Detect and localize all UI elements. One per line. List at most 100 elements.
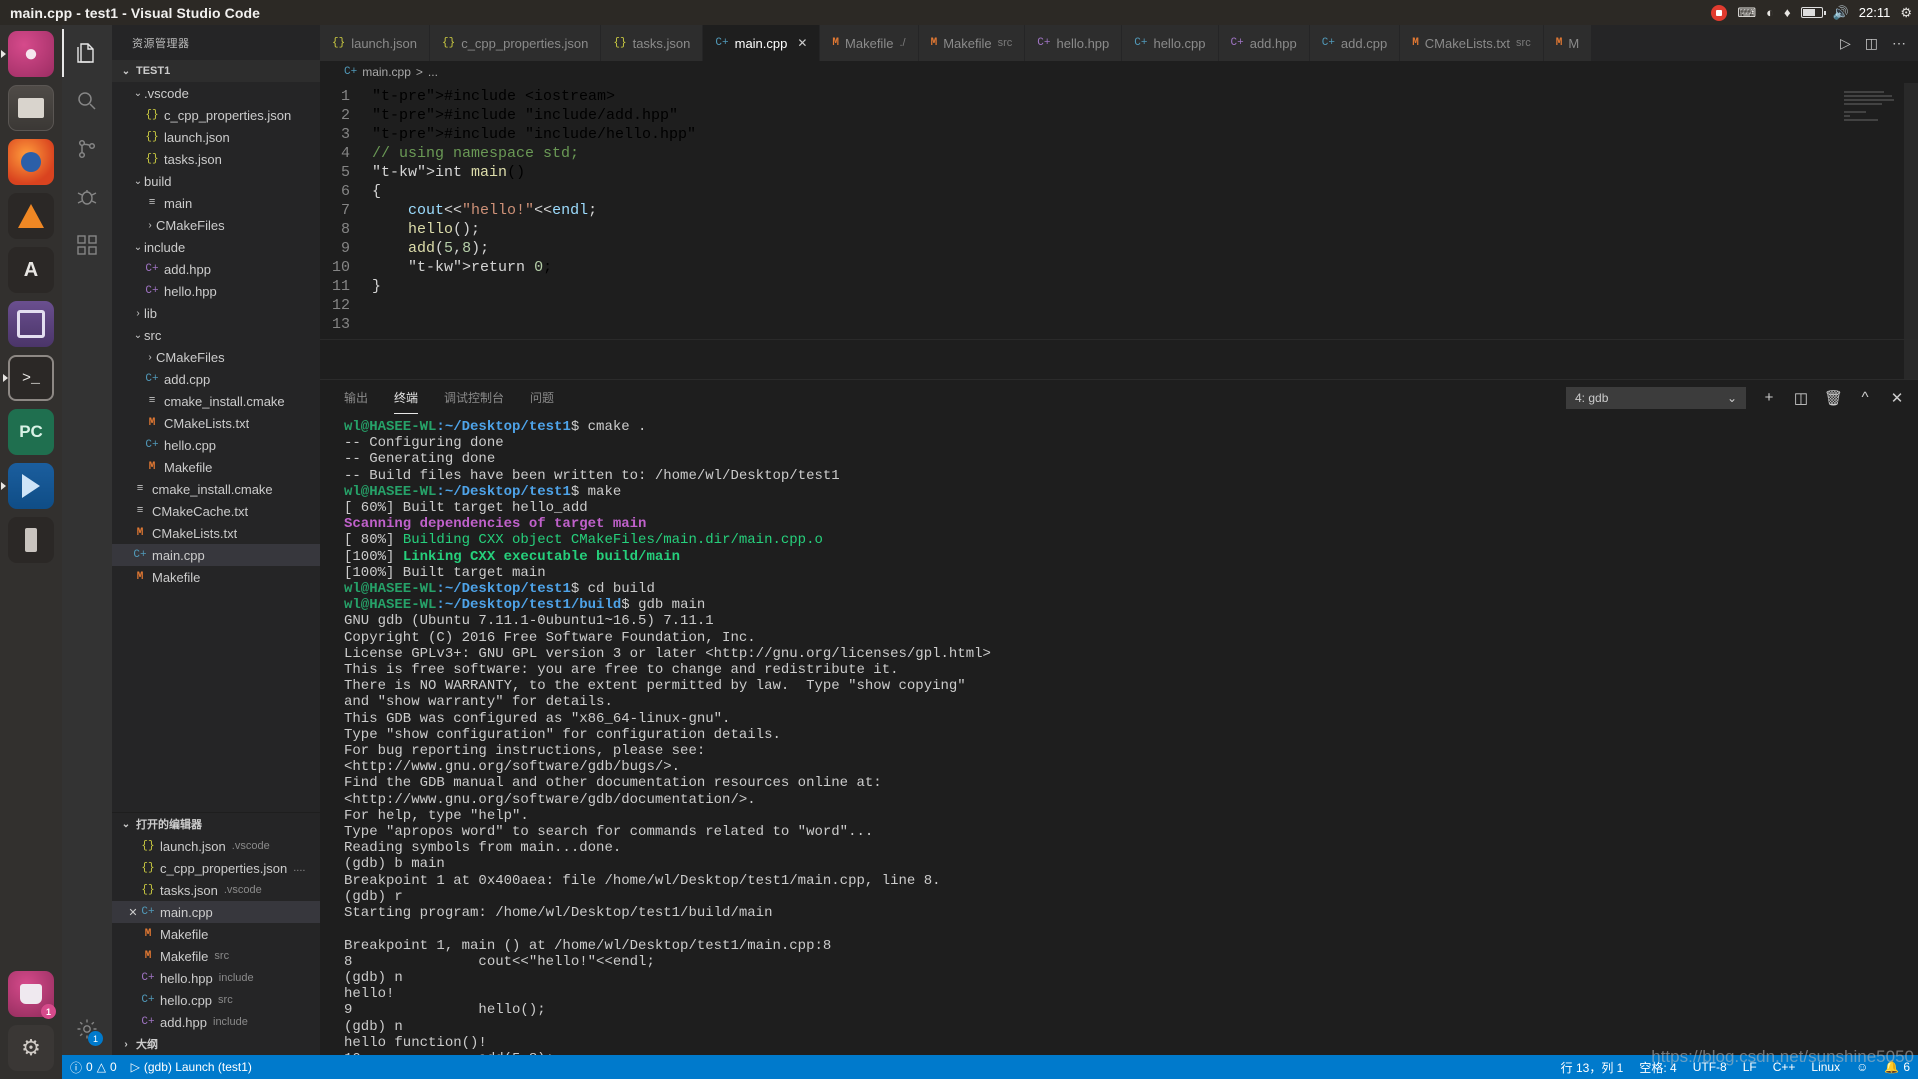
launcher-item-vscode[interactable] (8, 463, 54, 509)
launcher-item-amazon[interactable]: A (8, 247, 54, 293)
terminal-output[interactable]: wl@HASEE-WL:~/Desktop/test1$ cmake . -- C… (320, 415, 1918, 1055)
activity-extensions[interactable] (62, 221, 112, 269)
tree-folder-row[interactable]: › lib (112, 302, 320, 324)
tree-file-row[interactable]: M Makefile (112, 456, 320, 478)
code-line[interactable]: "t-pre">#include <iostream> (372, 87, 1918, 106)
launcher-item-software-center[interactable] (8, 301, 54, 347)
tree-file-row[interactable]: {} c_cpp_properties.json (112, 104, 320, 126)
status-eol[interactable]: LF (1743, 1060, 1757, 1074)
code-line[interactable]: "t-pre">#include "include/hello.hpp" (372, 125, 1918, 144)
close-icon[interactable]: ✕ (126, 906, 140, 919)
tree-file-row[interactable]: M CMakeLists.txt (112, 522, 320, 544)
run-icon[interactable]: ▷ (1840, 35, 1851, 52)
editor-tab[interactable]: C+ add.hpp (1218, 25, 1310, 61)
tree-file-row[interactable]: C+ main.cpp (112, 544, 320, 566)
breadcrumb[interactable]: C+ main.cpp > ... (320, 61, 1918, 83)
tree-file-row[interactable]: ≡ cmake_install.cmake (112, 478, 320, 500)
status-line-col[interactable]: 行 13，列 1 (1561, 1059, 1624, 1076)
tree-file-row[interactable]: C+ add.cpp (112, 368, 320, 390)
tree-file-row[interactable]: M Makefile (112, 566, 320, 588)
editor-tab[interactable]: C+ hello.cpp (1122, 25, 1219, 61)
bluetooth-icon[interactable]: ♦ (1784, 6, 1791, 19)
open-editor-row[interactable]: C+ hello.hpp include (112, 967, 320, 989)
activity-debug[interactable] (62, 173, 112, 221)
open-editor-row[interactable]: {} c_cpp_properties.json.... (112, 857, 320, 879)
open-editor-row[interactable]: M Makefile src (112, 945, 320, 967)
launcher-item-firefox[interactable] (8, 139, 54, 185)
launcher-item-usb-drive[interactable] (8, 517, 54, 563)
breadcrumb-symbol[interactable]: ... (428, 65, 438, 79)
volume-icon[interactable]: 🔊 (1833, 6, 1849, 19)
open-editor-row[interactable]: {} tasks.json .vscode (112, 879, 320, 901)
split-terminal-icon[interactable]: ◫ (1792, 389, 1810, 407)
open-editor-row[interactable]: C+ add.hpp include (112, 1011, 320, 1033)
tree-folder-row[interactable]: › CMakeFiles (112, 214, 320, 236)
maximize-panel-icon[interactable]: ^ (1856, 389, 1874, 406)
launcher-item-trash[interactable]: 1 (8, 971, 56, 1019)
panel-actions[interactable]: 4: gdb ⌄ + ◫ 🗑 ^ ✕ (1566, 386, 1906, 409)
tree-file-row[interactable]: {} tasks.json (112, 148, 320, 170)
code-line[interactable]: "t-kw">int main() (372, 163, 1918, 182)
battery-icon[interactable] (1800, 7, 1826, 18)
workspace-root-header[interactable]: ⌄ TEST1 (112, 60, 320, 82)
panel-tab[interactable]: 终端 (394, 381, 419, 414)
code-content[interactable]: "t-pre">#include <iostream> "t-pre">#incl… (372, 87, 1918, 334)
panel-tab[interactable]: 输出 (344, 381, 368, 414)
activity-explorer[interactable] (62, 29, 112, 77)
status-language-mode[interactable]: C++ (1773, 1060, 1796, 1074)
code-line[interactable]: "t-pre">#include "include/add.hpp" (372, 106, 1918, 125)
code-line[interactable]: } (372, 277, 1918, 296)
panel-tab[interactable]: 问题 (530, 381, 554, 414)
breadcrumb-file[interactable]: main.cpp (362, 65, 411, 79)
tree-file-row[interactable]: C+ hello.hpp (112, 280, 320, 302)
tree-file-row[interactable]: ≡ cmake_install.cmake (112, 390, 320, 412)
wifi-icon[interactable]: ◐ (1766, 6, 1774, 19)
editor-tab[interactable]: MM (1543, 25, 1593, 61)
account-icon[interactable]: ☺ (1856, 1060, 1868, 1074)
tree-file-row[interactable]: M CMakeLists.txt (112, 412, 320, 434)
kill-terminal-icon[interactable]: 🗑 (1824, 389, 1843, 407)
editor-vertical-scrollbar[interactable] (1904, 83, 1918, 379)
file-tree[interactable]: ⌄ TEST1 ⌄ .vscode{} c_cpp_properties.json{… (112, 60, 320, 812)
open-editor-row[interactable]: C+ hello.cpp src (112, 989, 320, 1011)
keyboard-icon[interactable]: ⌨ (1737, 6, 1756, 19)
code-editor[interactable]: 1 2 3 4 5 6 7 8 9 10 11 12 13 "t-pre">#include <iost… (320, 83, 1918, 379)
editor-tab[interactable]: {} c_cpp_properties.json (429, 25, 602, 61)
editor-tab[interactable]: C+ add.cpp (1309, 25, 1401, 61)
open-editor-row[interactable]: {} launch.json .vscode (112, 835, 320, 857)
power-icon[interactable]: ⚙ (1900, 6, 1912, 19)
status-problems[interactable]: ⓘ 0 △ 0 (70, 1059, 117, 1076)
os-system-tray[interactable]: ⌨ ◐ ♦ 🔊 22:11 ⚙ (1711, 0, 1912, 25)
code-line[interactable]: cout<<"hello!"<<endl; (372, 201, 1918, 220)
terminal-selector[interactable]: 4: gdb ⌄ (1566, 386, 1746, 409)
tree-folder-row[interactable]: ⌄ src (112, 324, 320, 346)
tree-file-row[interactable]: {} launch.json (112, 126, 320, 148)
more-actions-icon[interactable]: ⋯ (1892, 35, 1906, 52)
record-icon[interactable] (1711, 4, 1728, 21)
tree-file-row[interactable]: C+ add.hpp (112, 258, 320, 280)
tree-file-row[interactable]: C+ hello.cpp (112, 434, 320, 456)
status-notifications[interactable]: 🔔 6 (1884, 1060, 1910, 1074)
editor-tab[interactable]: {} launch.json (320, 25, 430, 61)
editor-tab[interactable]: M CMakeLists.txt src (1400, 25, 1544, 61)
launcher-item-files[interactable] (8, 85, 54, 131)
activity-source-control[interactable] (62, 125, 112, 173)
tree-file-row[interactable]: ≡ CMakeCache.txt (112, 500, 320, 522)
editor-tabbar[interactable]: {} launch.json {} c_cpp_properties.json {} ta… (320, 25, 1918, 61)
activity-search[interactable] (62, 77, 112, 125)
launcher-item-show-applications[interactable] (8, 1025, 54, 1071)
editor-tab[interactable]: C+ hello.hpp (1025, 25, 1123, 61)
editor-tab[interactable]: C+ main.cpp ✕ (703, 25, 821, 61)
tree-folder-row[interactable]: › CMakeFiles (112, 346, 320, 368)
panel-tab[interactable]: 调试控制台 (444, 381, 504, 414)
status-launch-config[interactable]: ▷ (gdb) Launch (test1) (131, 1060, 252, 1074)
tree-folder-row[interactable]: ⌄ build (112, 170, 320, 192)
code-line[interactable]: "t-kw">return 0; (372, 258, 1918, 277)
outline-header[interactable]: › 大纲 (112, 1033, 320, 1055)
tree-file-row[interactable]: ≡ main (112, 192, 320, 214)
launcher-item-pycharm[interactable]: PC (8, 409, 54, 455)
editor-tab-actions[interactable]: ▷ ◫ ⋯ (1827, 25, 1918, 61)
editor-tab[interactable]: M Makefile ./ (820, 25, 919, 61)
editor-tab[interactable]: M Makefile src (918, 25, 1026, 61)
status-encoding[interactable]: UTF-8 (1693, 1060, 1727, 1074)
